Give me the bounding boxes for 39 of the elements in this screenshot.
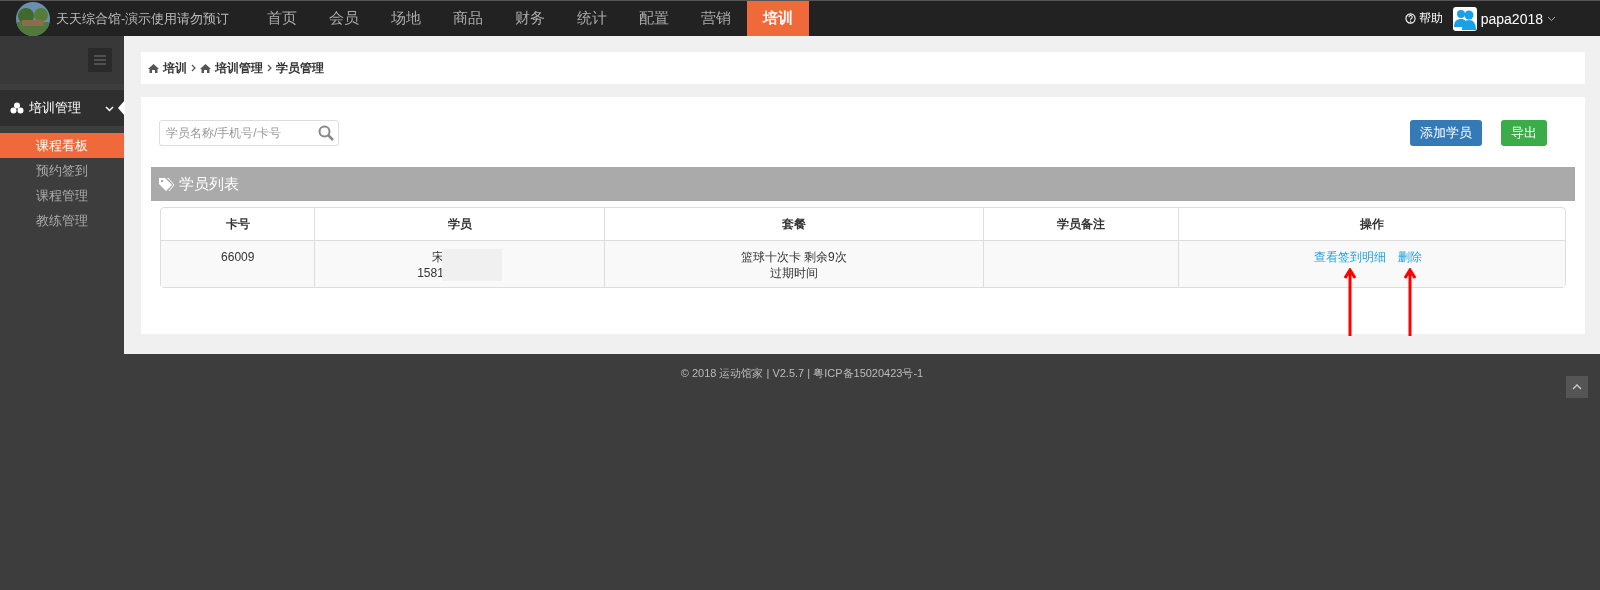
help-link[interactable]: 帮助 — [1404, 10, 1443, 27]
back-to-top-button[interactable] — [1566, 376, 1588, 398]
users-icon — [1452, 6, 1477, 31]
footer-text: © 2018 运动馆家 | V2.5.7 | 粤ICP备15020423号-1 — [680, 366, 924, 381]
breadcrumb-item: 学员管理 — [276, 59, 324, 77]
menu-icon — [94, 55, 106, 65]
cubes-icon — [10, 102, 24, 114]
sidebar-group[interactable]: 培训管理 — [0, 90, 124, 126]
nav-tab[interactable]: 首页 — [251, 1, 314, 36]
table-cell: 66009 — [161, 241, 316, 287]
site-title: 天天综合馆-演示使用请勿预订 — [56, 9, 230, 28]
nav-tab[interactable]: 财务 — [499, 1, 562, 36]
search-field[interactable]: 学员名称/手机号/卡号 — [159, 120, 339, 146]
breadcrumb-item[interactable]: 培训管理 — [215, 59, 263, 77]
user-menu[interactable]: papa2018 — [1452, 6, 1556, 31]
sidebar-item[interactable]: 课程管理 — [0, 183, 124, 208]
sidebar-item[interactable]: 教练管理 — [0, 208, 124, 233]
nav-tab[interactable]: 配置 — [623, 1, 686, 36]
breadcrumb-item[interactable]: 培训 — [163, 59, 187, 77]
sidebar-item[interactable]: 预约签到 — [0, 158, 124, 183]
menu-toggle-button[interactable] — [88, 48, 112, 72]
panel-title: 学员列表 — [179, 174, 239, 194]
help-icon — [1404, 13, 1416, 24]
chevron-down-icon — [1547, 15, 1556, 22]
chevron-right-icon — [267, 64, 272, 72]
sidebar-group-label: 培训管理 — [29, 99, 81, 117]
nav-tab[interactable]: 统计 — [561, 1, 624, 36]
search-icon — [318, 125, 334, 141]
pointer-icon — [118, 100, 125, 116]
nav-tab[interactable]: 会员 — [313, 1, 376, 36]
chevron-down-icon — [105, 103, 114, 113]
table-cell: 篮球十次卡 剩余9次 过期时间 — [604, 241, 984, 287]
chevron-right-icon — [191, 64, 196, 72]
nav-tab[interactable]: 场地 — [375, 1, 438, 36]
nav-tab[interactable]: 商品 — [437, 1, 500, 36]
add-button[interactable]: 添加学员 — [1410, 120, 1482, 146]
nav-tab[interactable]: 营销 — [685, 1, 748, 36]
chevron-up-icon — [1572, 384, 1582, 390]
tags-icon — [159, 177, 174, 191]
